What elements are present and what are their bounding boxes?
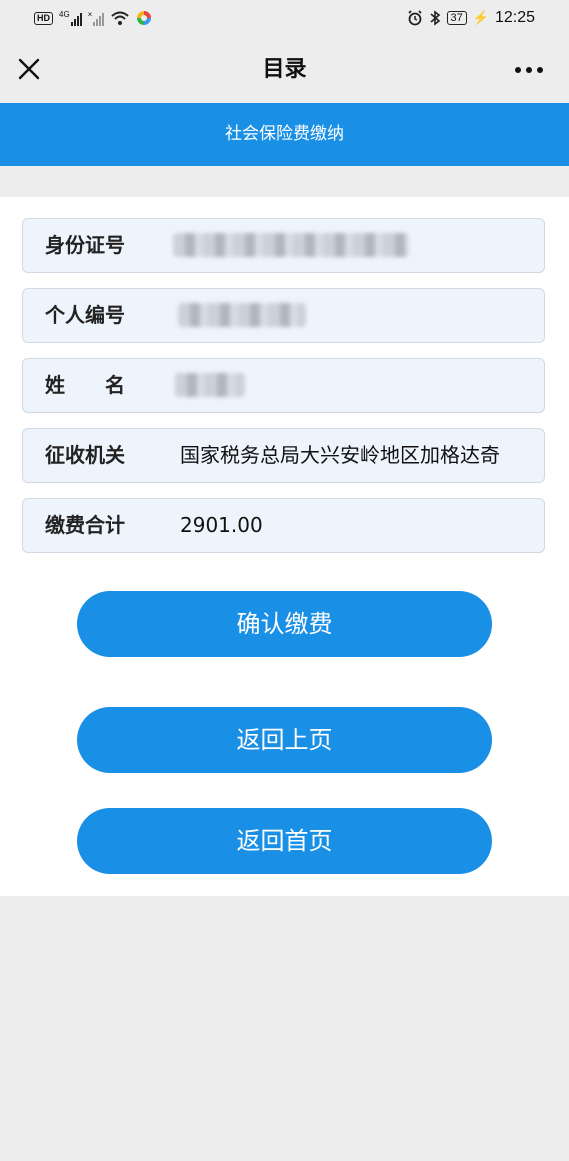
section-header: 社会保险费缴纳 bbox=[0, 103, 569, 166]
signal-4g-label: 4G bbox=[59, 10, 70, 19]
alarm-icon bbox=[407, 10, 422, 26]
status-bar: HD 4G × 37 ⚡ 12:25 bbox=[0, 0, 569, 36]
personal-number-row: 个人编号 bbox=[22, 288, 545, 343]
status-time: 12:25 bbox=[494, 9, 535, 26]
id-number-label: 身份证号 bbox=[45, 233, 125, 257]
name-row: 姓 名 bbox=[22, 358, 545, 413]
redacted-name bbox=[175, 373, 245, 397]
id-number-row: 身份证号 bbox=[22, 218, 545, 273]
total-payment-value: 2901.00 bbox=[180, 513, 263, 537]
wifi-icon bbox=[111, 11, 130, 25]
total-payment-label: 缴费合计 bbox=[45, 513, 125, 537]
confirm-payment-button[interactable]: 确认缴费 bbox=[77, 591, 492, 657]
redacted-id-number bbox=[173, 233, 409, 257]
bluetooth-icon bbox=[429, 10, 440, 26]
header-gap bbox=[0, 166, 569, 197]
tax-authority-row: 征收机关 国家税务总局大兴安岭地区加格达奇 bbox=[22, 428, 545, 483]
status-right-group: 37 ⚡ 12:25 bbox=[407, 8, 535, 28]
tax-authority-label: 征收机关 bbox=[45, 443, 125, 467]
personal-number-label: 个人编号 bbox=[45, 303, 125, 327]
status-left-group: HD 4G × bbox=[34, 8, 152, 28]
hd-badge: HD bbox=[34, 11, 53, 25]
back-button[interactable]: 返回上页 bbox=[77, 707, 492, 773]
signal-4g-icon: 4G bbox=[59, 10, 82, 26]
home-button[interactable]: 返回首页 bbox=[77, 808, 492, 874]
more-icon bbox=[515, 67, 543, 73]
close-icon bbox=[18, 58, 40, 80]
charging-icon: ⚡ bbox=[472, 10, 489, 25]
total-payment-row: 缴费合计 2901.00 bbox=[22, 498, 545, 553]
nav-bar: 目录 bbox=[0, 36, 569, 103]
page-title: 目录 bbox=[262, 57, 307, 82]
redacted-personal-number bbox=[178, 303, 306, 327]
name-label: 姓 名 bbox=[45, 373, 125, 397]
app-notification-icon bbox=[137, 11, 152, 25]
more-options-button[interactable] bbox=[513, 58, 545, 82]
signal-x-icon: × bbox=[88, 10, 105, 26]
tax-authority-value: 国家税务总局大兴安岭地区加格达奇 bbox=[180, 443, 500, 467]
main-content: 身份证号 个人编号 姓 名 征收机关 国家税务总局大兴安岭地区加格达奇 缴费合计… bbox=[0, 197, 569, 896]
battery-icon: 37 bbox=[446, 11, 467, 25]
close-button[interactable] bbox=[14, 54, 44, 84]
